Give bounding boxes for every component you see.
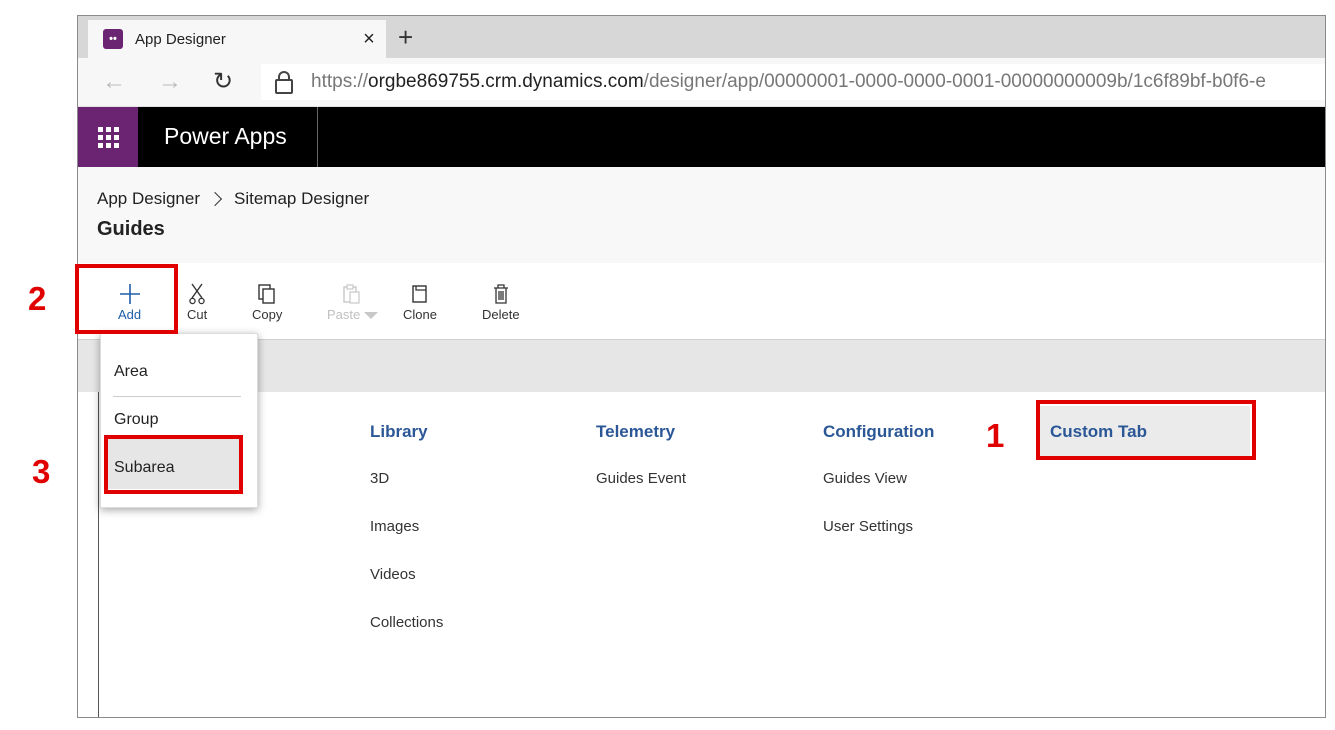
address-bar-row: ← → ↻ https://orgbe869755.crm.dynamics.c… — [78, 58, 1325, 107]
browser-window: •• App Designer × + ← → ↻ https://orgbe8… — [77, 15, 1326, 718]
group-telemetry[interactable]: Telemetry Guides Event — [596, 422, 686, 487]
breadcrumb-app-designer[interactable]: App Designer — [97, 189, 200, 209]
dropdown-arrow-icon — [363, 312, 378, 320]
power-apps-favicon-icon: •• — [103, 29, 123, 49]
group-title[interactable]: Library — [370, 422, 428, 442]
delete-button[interactable]: Delete — [482, 281, 520, 322]
subarea-item[interactable]: User Settings — [823, 518, 913, 535]
subarea-item[interactable]: 3D — [370, 470, 389, 487]
breadcrumb: App Designer Sitemap Designer — [97, 189, 369, 209]
paste-button[interactable]: Paste — [327, 281, 378, 322]
canvas-border — [98, 392, 99, 717]
area-header-bar[interactable] — [78, 340, 1325, 392]
cut-label: Cut — [187, 307, 208, 322]
paste-label: Paste — [327, 307, 378, 322]
clone-icon — [410, 281, 430, 307]
group-library[interactable]: Library 3D Images Videos Collections — [370, 422, 443, 631]
subarea-item[interactable]: Guides View — [823, 470, 907, 487]
brand-title[interactable]: Power Apps — [164, 123, 287, 150]
menu-item-area[interactable]: Area — [114, 363, 148, 381]
annotation-box-add — [75, 264, 178, 334]
page-title: Guides — [97, 218, 165, 240]
copy-icon — [257, 281, 277, 307]
forward-arrow-icon[interactable]: → — [158, 68, 182, 96]
menu-divider — [113, 396, 241, 397]
back-arrow-icon[interactable]: ← — [102, 68, 126, 96]
subarea-item[interactable]: Guides Event — [596, 470, 686, 487]
group-configuration[interactable]: Configuration Guides View User Settings — [823, 422, 934, 535]
subarea-item[interactable]: Collections — [370, 614, 443, 631]
annotation-step-3: 3 — [32, 453, 51, 490]
chevron-right-icon — [207, 191, 223, 207]
delete-label: Delete — [482, 307, 520, 322]
clone-label: Clone — [403, 307, 437, 322]
copy-label: Copy — [252, 307, 283, 322]
subarea-item[interactable]: Videos — [370, 566, 416, 583]
refresh-icon[interactable]: ↻ — [213, 68, 233, 96]
scissors-icon — [189, 281, 205, 307]
close-tab-icon[interactable]: × — [358, 28, 380, 50]
cut-button[interactable]: Cut — [187, 281, 207, 322]
command-toolbar: Add Cut Copy Paste Clone Delete — [78, 263, 1325, 340]
app-launcher-waffle-icon[interactable] — [78, 107, 138, 167]
power-apps-header: Power Apps — [78, 107, 1325, 167]
trash-icon — [492, 281, 510, 307]
menu-item-group[interactable]: Group — [114, 411, 158, 429]
url-bar[interactable]: https://orgbe869755.crm.dynamics.com/des… — [261, 64, 1325, 100]
lock-icon — [275, 70, 293, 94]
tab-title: App Designer — [135, 30, 226, 48]
divider — [317, 107, 318, 167]
page-header: App Designer Sitemap Designer Guides — [78, 167, 1325, 264]
group-title[interactable]: Telemetry — [596, 422, 675, 442]
subarea-item[interactable]: Images — [370, 518, 419, 535]
annotation-box-subarea — [104, 435, 243, 494]
annotation-step-1: 1 — [986, 417, 1005, 454]
paste-icon — [342, 281, 362, 307]
annotation-box-custom-tab — [1036, 400, 1256, 460]
breadcrumb-sitemap-designer: Sitemap Designer — [234, 189, 370, 208]
group-title[interactable]: Configuration — [823, 422, 934, 442]
tab-strip: •• App Designer × + — [78, 16, 1325, 58]
annotation-step-2: 2 — [28, 280, 47, 317]
browser-tab[interactable]: •• App Designer × — [88, 20, 386, 58]
clone-button[interactable]: Clone — [403, 281, 437, 322]
copy-button[interactable]: Copy — [252, 281, 282, 322]
url-text: https://orgbe869755.crm.dynamics.com/des… — [311, 71, 1266, 92]
new-tab-icon[interactable]: + — [398, 22, 413, 52]
